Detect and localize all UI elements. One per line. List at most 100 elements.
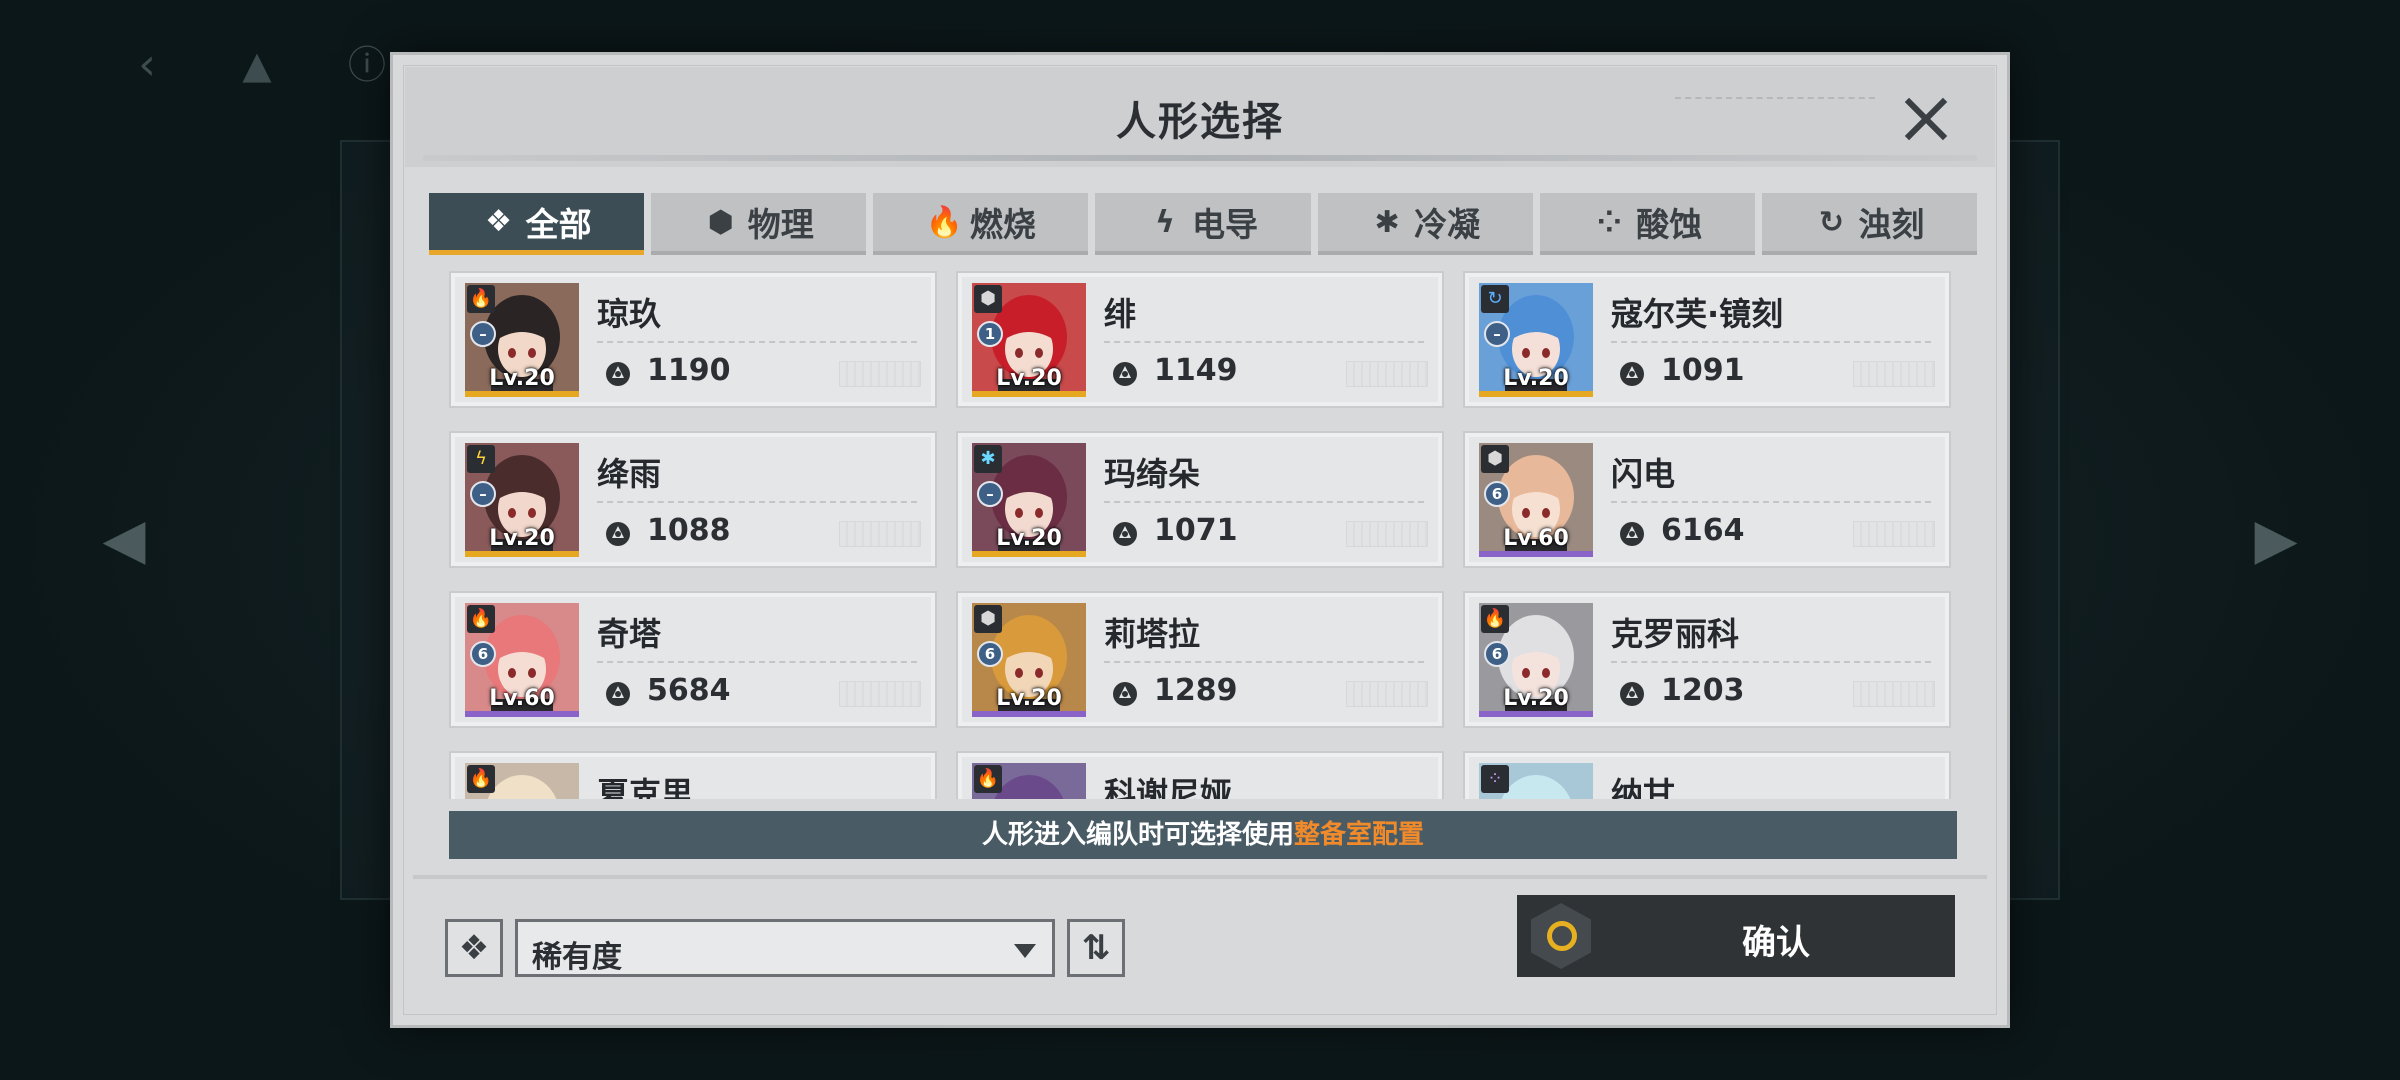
electric-element-icon: ϟ bbox=[467, 445, 495, 473]
sort-order-icon[interactable]: ⇅ bbox=[1067, 919, 1125, 977]
character-name: 闪电 bbox=[1611, 455, 1676, 493]
character-level: Lv.60 bbox=[489, 686, 555, 711]
rank-badge: 1 bbox=[977, 321, 1003, 347]
tab-label: 燃烧 bbox=[969, 205, 1036, 244]
character-card[interactable]: Lv.20 ✱ – 玛绮朵 1071 bbox=[956, 431, 1444, 568]
character-card[interactable]: Lv.60 🔥 6 奇塔 5684 bbox=[449, 591, 937, 728]
sort-dropdown[interactable]: 稀有度 bbox=[515, 919, 1055, 977]
rank-badge: 6 bbox=[470, 641, 496, 667]
card-stamp bbox=[1853, 361, 1935, 387]
tab-hydro[interactable]: ↻ 浊刻 bbox=[1761, 193, 1977, 255]
electric-icon: ϟ bbox=[1155, 204, 1175, 240]
combat-power: 1088 bbox=[647, 513, 731, 548]
close-icon[interactable] bbox=[1895, 89, 1955, 149]
tab-electric[interactable]: ϟ 电导 bbox=[1095, 193, 1311, 255]
notice-text: 人形进入编队时可选择使用 bbox=[981, 820, 1294, 850]
rarity-bar bbox=[1479, 551, 1593, 557]
card-stamp bbox=[1853, 681, 1935, 707]
physical-element-icon: ⬢ bbox=[974, 285, 1002, 313]
confirm-label: 确认 bbox=[1742, 923, 1810, 963]
character-card[interactable]: Lv.20 🔥 6 克罗丽科 1203 bbox=[1463, 591, 1951, 728]
notice-bar: 人形进入编队时可选择使用整备室配置 bbox=[449, 811, 1957, 859]
tab-physical[interactable]: ⬢ 物理 bbox=[651, 193, 867, 255]
card-divider bbox=[1611, 341, 1931, 343]
character-card[interactable]: 🔥 夏克里 bbox=[449, 751, 937, 799]
filter-icon[interactable]: ❖ bbox=[445, 919, 503, 977]
rarity-bar bbox=[465, 551, 579, 557]
tab-label: 全部 bbox=[525, 204, 592, 244]
card-divider bbox=[597, 661, 917, 663]
character-card[interactable]: 🔥 科谢尼娅 bbox=[956, 751, 1444, 799]
character-card[interactable]: Lv.20 ϟ – 绛雨 1088 bbox=[449, 431, 937, 568]
character-list[interactable]: Lv.20 🔥 – 琼玖 1190 Lv.20 ⬢ 1 绯 1149 Lv.20… bbox=[449, 271, 1957, 799]
rank-badge: 6 bbox=[1484, 641, 1510, 667]
card-stamp bbox=[839, 681, 921, 707]
character-card[interactable]: Lv.20 ⬢ 6 莉塔拉 1289 bbox=[956, 591, 1444, 728]
tab-label: 酸蚀 bbox=[1636, 205, 1703, 244]
character-card[interactable]: Lv.60 ⬢ 6 闪电 6164 bbox=[1463, 431, 1951, 568]
rarity-bar bbox=[1479, 711, 1593, 717]
physical-element-icon: ⬢ bbox=[1481, 445, 1509, 473]
notice-highlight: 整备室配置 bbox=[1294, 820, 1425, 850]
character-portrait: Lv.60 ⬢ 6 bbox=[1479, 443, 1593, 557]
character-level: Lv.20 bbox=[996, 526, 1062, 551]
combat-power: 1149 bbox=[1154, 353, 1238, 388]
modal-title: 人形选择 bbox=[1116, 99, 1284, 145]
hydro-element-icon: ↻ bbox=[1481, 285, 1509, 313]
character-name: 寇尔芙·镜刻 bbox=[1611, 295, 1784, 333]
combat-power-icon bbox=[1113, 362, 1137, 386]
all-icon: ❖ bbox=[485, 204, 513, 239]
tab-label: 冷凝 bbox=[1414, 205, 1481, 244]
combat-power-icon bbox=[1620, 522, 1644, 546]
tab-freeze[interactable]: ✱ 冷凝 bbox=[1317, 193, 1533, 255]
character-level: Lv.20 bbox=[489, 366, 555, 391]
rarity-bar bbox=[972, 551, 1086, 557]
rank-badge: – bbox=[977, 481, 1003, 507]
rank-badge: – bbox=[1484, 321, 1510, 347]
character-name: 绛雨 bbox=[597, 455, 662, 493]
combat-power: 6164 bbox=[1661, 513, 1745, 548]
corrosion-element-icon: ⁘ bbox=[1481, 765, 1509, 793]
combat-power-icon bbox=[606, 682, 630, 706]
character-card[interactable]: ⁘ 纳甘 bbox=[1463, 751, 1951, 799]
card-stamp bbox=[839, 361, 921, 387]
character-portrait: Lv.20 ↻ – bbox=[1479, 283, 1593, 397]
tab-corrosion[interactable]: ⁘ 酸蚀 bbox=[1539, 193, 1755, 255]
character-name: 纳甘 bbox=[1611, 775, 1676, 799]
drive-icon: ▲ bbox=[242, 43, 272, 87]
character-name: 奇塔 bbox=[597, 615, 662, 653]
confirm-button[interactable]: 确认 bbox=[1517, 895, 1955, 977]
combat-power: 1091 bbox=[1661, 353, 1745, 388]
confirm-ring-icon bbox=[1547, 921, 1577, 951]
footer-divider bbox=[413, 875, 1987, 879]
character-level: Lv.20 bbox=[489, 526, 555, 551]
character-level: Lv.20 bbox=[996, 366, 1062, 391]
character-card[interactable]: Lv.20 ⬢ 1 绯 1149 bbox=[956, 271, 1444, 408]
combat-power: 5684 bbox=[647, 673, 731, 708]
hydro-icon: ↻ bbox=[1818, 204, 1844, 240]
burn-element-icon: 🔥 bbox=[1481, 605, 1509, 633]
combat-power-icon bbox=[606, 362, 630, 386]
card-stamp bbox=[839, 521, 921, 547]
tab-burn[interactable]: 🔥 燃烧 bbox=[873, 193, 1089, 255]
freeze-icon: ✱ bbox=[1374, 204, 1400, 240]
back-icon: ‹ bbox=[138, 39, 156, 90]
rank-badge: 6 bbox=[1484, 481, 1510, 507]
character-card[interactable]: Lv.20 🔥 – 琼玖 1190 bbox=[449, 271, 937, 408]
character-portrait: 🔥 bbox=[465, 763, 579, 799]
combat-power-icon bbox=[1620, 362, 1644, 386]
card-divider bbox=[1104, 341, 1424, 343]
prev-arrow-icon: ◀ bbox=[102, 507, 146, 572]
character-name: 绯 bbox=[1104, 295, 1137, 333]
info-icon: ⓘ bbox=[347, 43, 386, 87]
tab-all[interactable]: ❖ 全部 bbox=[429, 193, 645, 255]
character-portrait: Lv.20 ⬢ 1 bbox=[972, 283, 1086, 397]
card-divider bbox=[597, 341, 917, 343]
combat-power-icon bbox=[1113, 522, 1137, 546]
card-divider bbox=[1611, 661, 1931, 663]
burn-element-icon: 🔥 bbox=[467, 285, 495, 313]
combat-power-icon bbox=[1620, 682, 1644, 706]
character-portrait: Lv.20 🔥 – bbox=[465, 283, 579, 397]
character-card[interactable]: Lv.20 ↻ – 寇尔芙·镜刻 1091 bbox=[1463, 271, 1951, 408]
character-name: 莉塔拉 bbox=[1104, 615, 1201, 653]
